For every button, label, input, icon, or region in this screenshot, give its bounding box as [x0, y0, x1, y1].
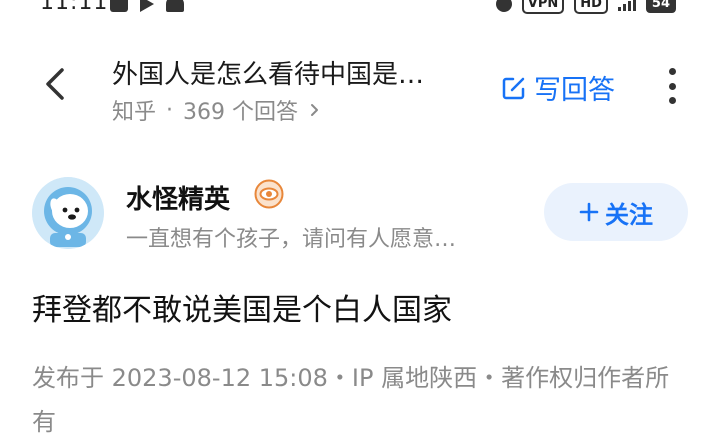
status-bar: 11:11 VPN HD 54: [0, 0, 720, 22]
vpn-badge: VPN: [521, 0, 565, 14]
meta-separator: ·: [166, 97, 174, 123]
notification-app-icon: [110, 0, 128, 12]
write-answer-button[interactable]: 写回答: [500, 68, 615, 107]
publish-info: 发布于 2023-08-12 15:08・IP 属地陕西・著作权归作者所有: [32, 364, 670, 436]
back-button[interactable]: [36, 62, 80, 106]
more-options-button[interactable]: [662, 68, 682, 104]
question-meta[interactable]: 知乎 · 369 个回答: [112, 94, 322, 126]
edit-icon: [502, 77, 525, 99]
chevron-right-icon: [311, 104, 319, 116]
alarm-icon: [495, 0, 512, 12]
author-name[interactable]: 水怪精英: [126, 179, 230, 216]
source-label: 知乎: [112, 100, 157, 125]
status-time: 11:11: [40, 0, 109, 15]
more-dot: [668, 97, 676, 104]
follow-button[interactable]: 关注: [544, 183, 688, 241]
more-vertical-icon: [668, 68, 676, 75]
ghost-app-icon: [166, 0, 184, 12]
chevron-left-icon: [46, 68, 64, 100]
astronaut-dog-avatar: [32, 177, 104, 249]
write-answer-label: 写回答: [534, 75, 615, 106]
system-indicators: VPN HD 54: [495, 0, 676, 14]
question-header: 外国人是怎么看待中国是… 知乎 · 369 个回答 写回答: [0, 50, 720, 130]
eye-badge-icon: [254, 179, 284, 209]
follow-label: 关注: [605, 200, 653, 229]
answer-count: 369 个回答: [183, 100, 299, 125]
author-section: 水怪精英 一直想有个孩子，请问有人愿意… 关注: [0, 175, 720, 255]
signal-icon: [617, 0, 636, 11]
more-dot: [668, 82, 676, 90]
avatar[interactable]: [32, 177, 104, 249]
answer-content: 拜登都不敢说美国是个白人国家: [32, 293, 452, 328]
notification-icons: [110, 0, 184, 12]
author-bio: 一直想有个孩子，请问有人愿意…: [126, 227, 457, 252]
question-title[interactable]: 外国人是怎么看待中国是…: [112, 54, 424, 91]
battery-level: 54: [645, 0, 676, 13]
telegram-icon: [140, 0, 154, 12]
plus-icon: [579, 202, 599, 222]
hd-badge: HD: [574, 0, 608, 14]
